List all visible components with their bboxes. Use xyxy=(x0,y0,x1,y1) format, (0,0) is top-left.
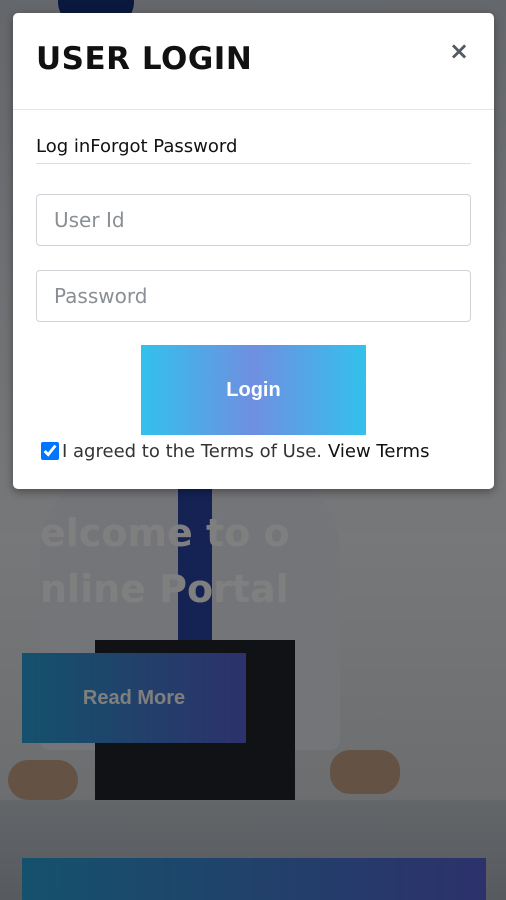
password-input[interactable] xyxy=(36,270,471,322)
login-tabs: Log in Forgot Password xyxy=(36,133,471,164)
view-terms-link[interactable]: View Terms xyxy=(328,441,429,462)
login-button[interactable]: Login xyxy=(141,345,366,435)
modal-title: USER LOGIN xyxy=(36,41,253,77)
terms-text: I agreed to the Terms of Use. xyxy=(62,440,322,462)
tab-log-in[interactable]: Log in xyxy=(36,133,90,163)
user-id-input[interactable] xyxy=(36,194,471,246)
close-icon[interactable]: × xyxy=(448,37,470,65)
terms-checkbox[interactable] xyxy=(41,442,59,460)
login-modal: USER LOGIN × Log in Forgot Password Logi… xyxy=(13,13,494,489)
modal-header: USER LOGIN × xyxy=(13,13,494,110)
terms-row: I agreed to the Terms of Use. View Terms xyxy=(41,439,429,463)
tab-forgot-password[interactable]: Forgot Password xyxy=(90,133,237,163)
